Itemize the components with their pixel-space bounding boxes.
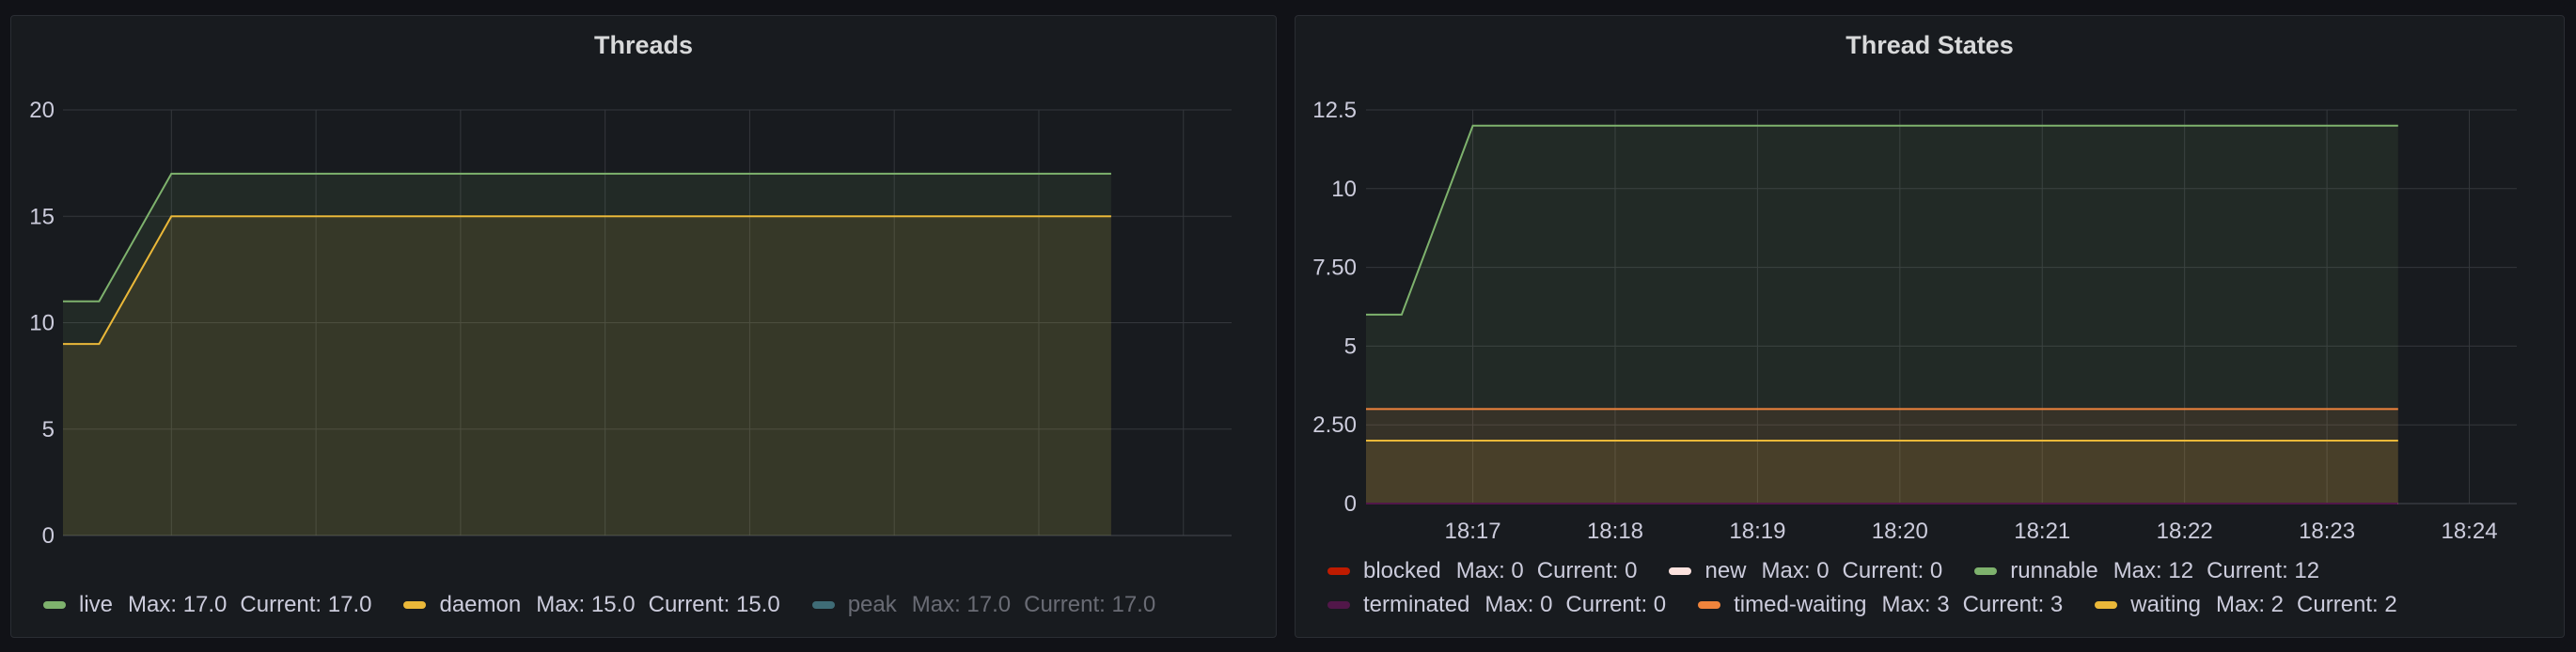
thread-states-panel: Thread States 0 2.50 5 7.50 10 12.5 18:17 18:18… xyxy=(1295,15,2565,638)
legend-swatch xyxy=(403,601,427,609)
series-area-daemon xyxy=(63,216,1111,536)
thread-states-chart: 0 2.50 5 7.50 10 12.5 18:17 18:18 18:19 18:20 18:2… xyxy=(1312,98,2517,542)
legend-item-new[interactable]: new Max: 0 Current: 0 xyxy=(1669,558,1956,584)
legend-current: Current: 0 xyxy=(1536,558,1638,583)
legend-max: Max: 17.0 xyxy=(911,592,1012,617)
legend-item-terminated[interactable]: terminated Max: 0 Current: 0 xyxy=(1327,592,1679,618)
legend-series-name: blocked xyxy=(1363,558,1441,583)
x-tick-label: 18:20 xyxy=(1872,519,1928,542)
legend-current: Current: 2 xyxy=(2297,592,2397,617)
y-tick-label: 7.50 xyxy=(1312,256,1357,281)
legend-series-name: terminated xyxy=(1363,592,1470,617)
legend-swatch xyxy=(1698,601,1721,609)
x-tick-label: 18:23 xyxy=(2299,519,2355,542)
legend-item-daemon[interactable]: daemon Max: 15.0 Current: 15.0 xyxy=(403,592,793,618)
y-tick-label: 10 xyxy=(1331,177,1357,202)
legend-max: Max: 0 xyxy=(1455,558,1524,583)
legend-swatch xyxy=(2095,601,2118,609)
legend-series-name: new xyxy=(1704,558,1747,583)
legend-series-name: daemon xyxy=(439,592,522,617)
legend-item-blocked[interactable]: blocked Max: 0 Current: 0 xyxy=(1327,558,1650,584)
legend-current: Current: 17.0 xyxy=(1024,592,1156,617)
legend-item-runnable[interactable]: runnable Max: 12 Current: 12 xyxy=(1974,558,2333,584)
threads-chart: 0510152018:1718:1818:1918:2018:2118:2218… xyxy=(29,98,1232,549)
thread-states-legend-row-1: blocked Max: 0 Current: 0 new Max: 0 Current:… xyxy=(1327,555,2554,587)
y-tick-label: 5 xyxy=(1344,334,1357,359)
legend-item-peak[interactable]: peak Max: 17.0 Current: 17.0 xyxy=(811,592,1170,618)
legend-item-live[interactable]: live Max: 17.0 Current: 17.0 xyxy=(43,592,385,618)
legend-current: Current: 17.0 xyxy=(240,592,372,617)
legend-series-name: live xyxy=(79,592,114,617)
x-tick-label: 18:22 xyxy=(2157,519,2213,542)
legend-current: Current: 0 xyxy=(1565,592,1667,617)
legend-max: Max: 0 xyxy=(1761,558,1830,583)
x-tick-label: 18:24 xyxy=(2441,519,2497,542)
legend-swatch xyxy=(811,601,835,609)
legend-current: Current: 3 xyxy=(1962,592,2064,617)
legend-max: Max: 0 xyxy=(1484,592,1553,617)
legend-swatch xyxy=(1327,567,1350,575)
threads-legend: live Max: 17.0 Current: 17.0 daemon Max: 15.… xyxy=(43,589,1266,621)
legend-current: Current: 15.0 xyxy=(648,592,780,617)
y-tick-label: 12.5 xyxy=(1312,98,1357,123)
thread-states-legend-row-2: terminated Max: 0 Current: 0 timed-waiting M… xyxy=(1327,589,2554,621)
legend-series-name: timed-waiting xyxy=(1734,592,1867,617)
y-tick-label: 15 xyxy=(29,204,55,229)
y-tick-label: 2.50 xyxy=(1312,412,1357,438)
y-tick-label: 10 xyxy=(29,311,55,336)
legend-item-timed-waiting[interactable]: timed-waiting Max: 3 Current: 3 xyxy=(1698,592,2076,618)
y-tick-label: 20 xyxy=(29,98,55,123)
legend-max: Max: 12 xyxy=(2113,558,2194,583)
legend-swatch xyxy=(1974,567,1998,575)
legend-swatch xyxy=(1669,567,1692,575)
y-tick-label: 0 xyxy=(1344,491,1357,517)
legend-swatch xyxy=(43,601,66,609)
x-tick-label: 18:19 xyxy=(1729,519,1785,542)
legend-max: Max: 3 xyxy=(1881,592,1950,617)
legend-series-name: waiting xyxy=(2130,592,2201,617)
legend-current: Current: 0 xyxy=(1842,558,1943,583)
x-tick-label: 18:18 xyxy=(1587,519,1643,542)
legend-max: Max: 17.0 xyxy=(128,592,228,617)
y-tick-label: 0 xyxy=(42,523,55,549)
legend-max: Max: 15.0 xyxy=(536,592,636,617)
y-tick-label: 5 xyxy=(42,417,55,442)
x-tick-label: 18:17 xyxy=(1445,519,1501,542)
legend-item-waiting[interactable]: waiting Max: 2 Current: 2 xyxy=(2095,592,2410,618)
legend-max: Max: 2 xyxy=(2216,592,2285,617)
legend-series-name: runnable xyxy=(2010,558,2098,583)
legend-swatch xyxy=(1327,601,1350,609)
series-area-waiting xyxy=(1366,441,2398,504)
legend-series-name: peak xyxy=(847,592,897,617)
legend-current: Current: 12 xyxy=(2207,558,2320,583)
threads-panel: Threads 0510152018:1718:1818:1918:2018:2… xyxy=(10,15,1277,638)
x-tick-label: 18:21 xyxy=(2014,519,2070,542)
